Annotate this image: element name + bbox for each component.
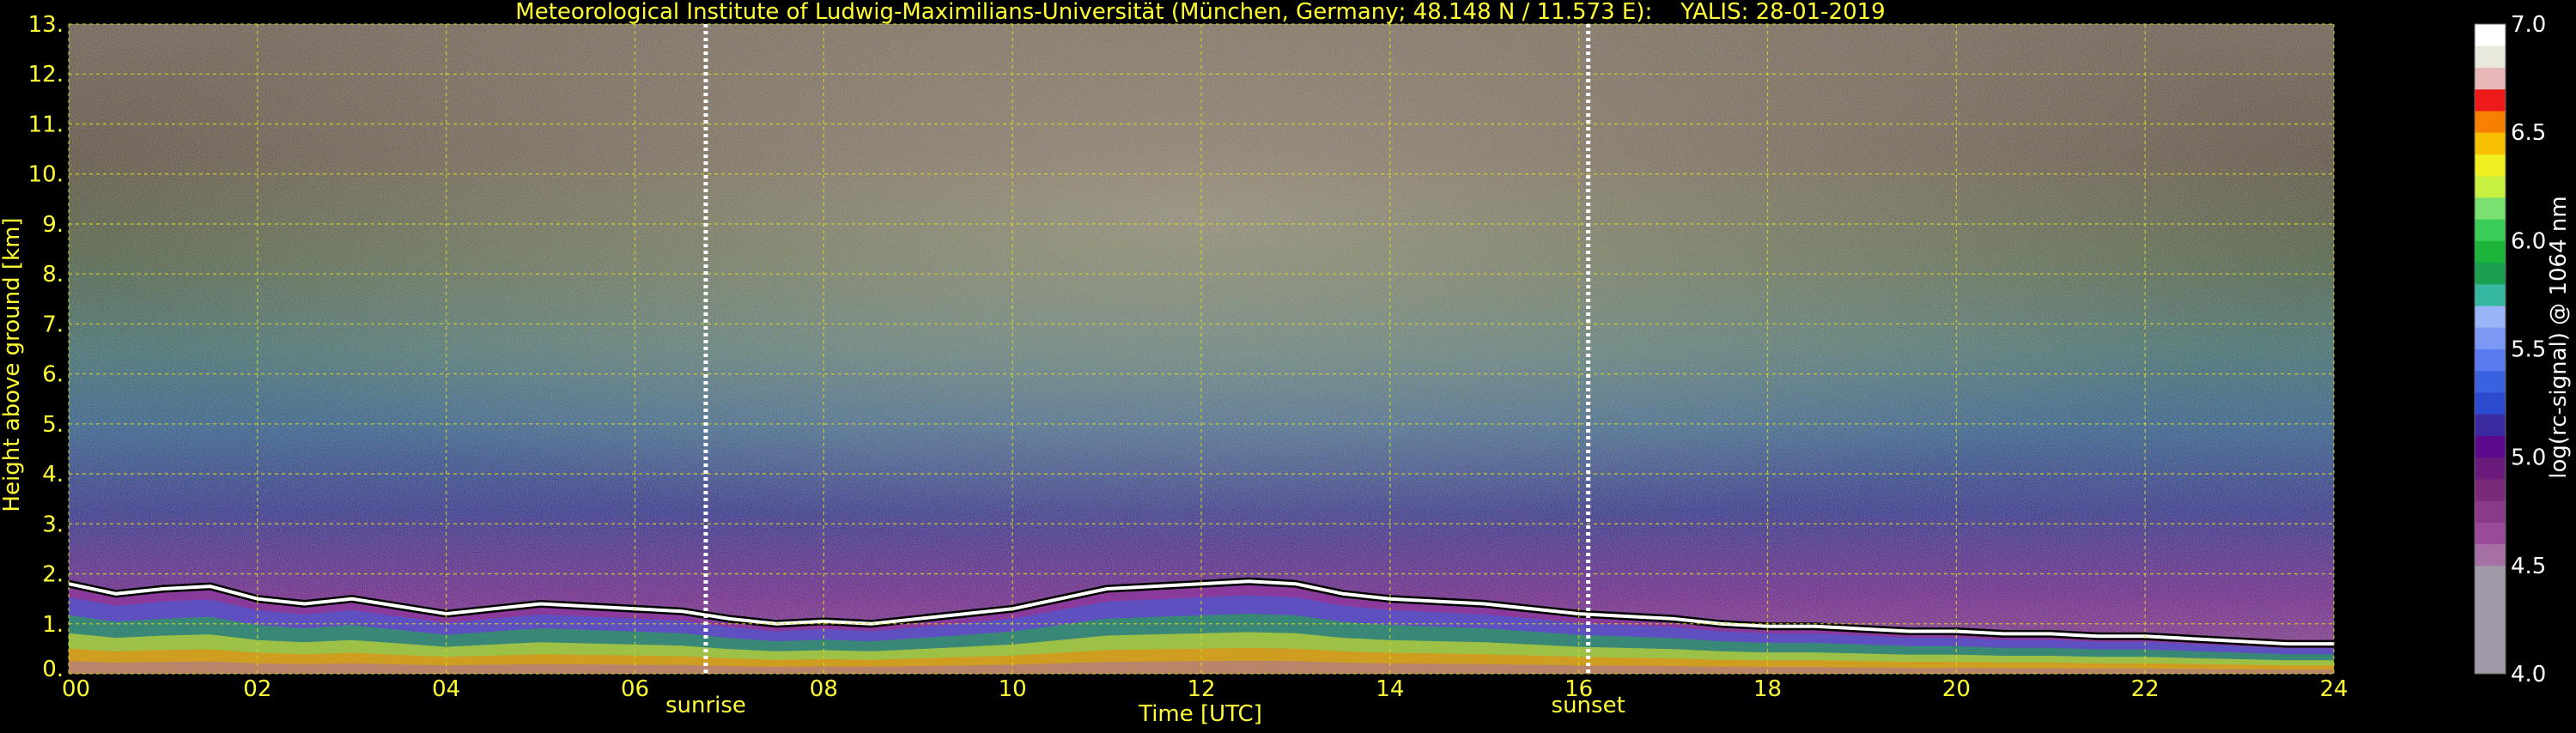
x-tick-label-4: 08 [810, 676, 838, 702]
y-tick-label-12: 12. [28, 62, 64, 88]
colorbar-level-2 [2475, 522, 2506, 545]
colorbar-tick-label-6: 7.0 [2511, 12, 2546, 38]
lidar-chart: Meteorological Institute of Ludwig-Maxim… [0, 0, 2576, 730]
colorbar-level-5 [2475, 457, 2506, 480]
chart-svg: Meteorological Institute of Ludwig-Maxim… [0, 0, 2572, 727]
colorbar-level-14 [2475, 262, 2506, 285]
y-axis-label: Height above ground [km] [0, 217, 25, 512]
colorbar-label: log(rc-signal) @ 1064 nm [2546, 196, 2572, 478]
colorbar-tick-labels: 4.0 4.5 5.0 5.5 6.0 6.5 7.0 [2511, 12, 2546, 688]
y-tick-label-2: 2. [42, 562, 64, 588]
y-tick-label-6: 6. [42, 362, 64, 388]
x-tick-label-3: 06 [621, 676, 649, 702]
colorbar-tick-label-1: 4.5 [2511, 554, 2546, 579]
colorbar-level-21 [2475, 110, 2506, 133]
colorbar-level-23 [2475, 67, 2506, 90]
colorbar-level-8 [2475, 391, 2506, 415]
y-tick-labels: 0. 1. 2. 3. 4. 5. 6. 7. 8. 9. 10. 11. 12. 13. [28, 12, 64, 682]
colorbar-tick-label-2: 5.0 [2511, 445, 2546, 471]
colorbar-level-10 [2475, 348, 2506, 372]
x-tick-label-0: 00 [62, 676, 90, 702]
sunrise-label: sunrise [665, 693, 746, 718]
colorbar [2474, 23, 2506, 675]
colorbar-level-19 [2475, 154, 2506, 177]
colorbar-level-15 [2475, 240, 2506, 264]
y-tick-label-0: 0. [42, 657, 64, 682]
colorbar-tick-label-3: 5.5 [2511, 337, 2546, 363]
colorbar-level-18 [2475, 175, 2506, 198]
colorbar-level-6 [2475, 435, 2506, 458]
colorbar-level-11 [2475, 327, 2506, 349]
colorbar-level-12 [2475, 306, 2506, 328]
y-tick-label-4: 4. [42, 462, 64, 488]
colorbar-level-24 [2475, 45, 2506, 68]
y-tick-label-3: 3. [42, 512, 64, 537]
colorbar-level-22 [2475, 88, 2506, 112]
colorbar-level-13 [2475, 283, 2506, 306]
colorbar-level-3 [2475, 500, 2506, 523]
x-tick-labels: 00 02 04 06 08 10 12 14 16 18 20 22 24 [62, 676, 2348, 702]
y-tick-label-13: 13. [28, 12, 64, 38]
colorbar-level-0 [2475, 565, 2506, 675]
y-tick-label-9: 9. [42, 212, 64, 238]
x-tick-label-12: 24 [2319, 676, 2348, 702]
x-tick-label-1: 02 [243, 676, 271, 702]
y-tick-label-1: 1. [42, 612, 64, 638]
colorbar-level-1 [2475, 543, 2506, 566]
y-tick-label-11: 11. [28, 112, 64, 137]
colorbar-level-17 [2475, 197, 2506, 220]
chart-title: Meteorological Institute of Ludwig-Maxim… [515, 0, 1885, 25]
y-tick-label-5: 5. [42, 412, 64, 438]
sunset-label: sunset [1552, 693, 1625, 718]
plot-area [68, 23, 2335, 675]
colorbar-level-20 [2475, 132, 2506, 154]
x-tick-label-9: 18 [1753, 676, 1782, 702]
x-tick-label-5: 10 [999, 676, 1027, 702]
x-tick-label-7: 14 [1376, 676, 1404, 702]
colorbar-tick-label-4: 6.0 [2511, 228, 2546, 254]
colorbar-tick-label-0: 4.0 [2511, 662, 2546, 688]
colorbar-tick-label-5: 6.5 [2511, 120, 2546, 146]
y-tick-label-10: 10. [28, 162, 64, 188]
x-tick-label-11: 22 [2131, 676, 2160, 702]
y-tick-label-7: 7. [42, 312, 64, 337]
y-tick-label-8: 8. [42, 262, 64, 288]
x-tick-label-2: 04 [432, 676, 460, 702]
colorbar-level-9 [2475, 370, 2506, 393]
colorbar-level-25 [2475, 24, 2506, 46]
colorbar-level-4 [2475, 478, 2506, 501]
x-tick-label-6: 12 [1187, 676, 1215, 702]
x-axis-label: Time [UTC] [1138, 701, 1262, 727]
colorbar-level-7 [2475, 414, 2506, 436]
x-tick-label-10: 20 [1942, 676, 1971, 702]
colorbar-level-16 [2475, 219, 2506, 241]
